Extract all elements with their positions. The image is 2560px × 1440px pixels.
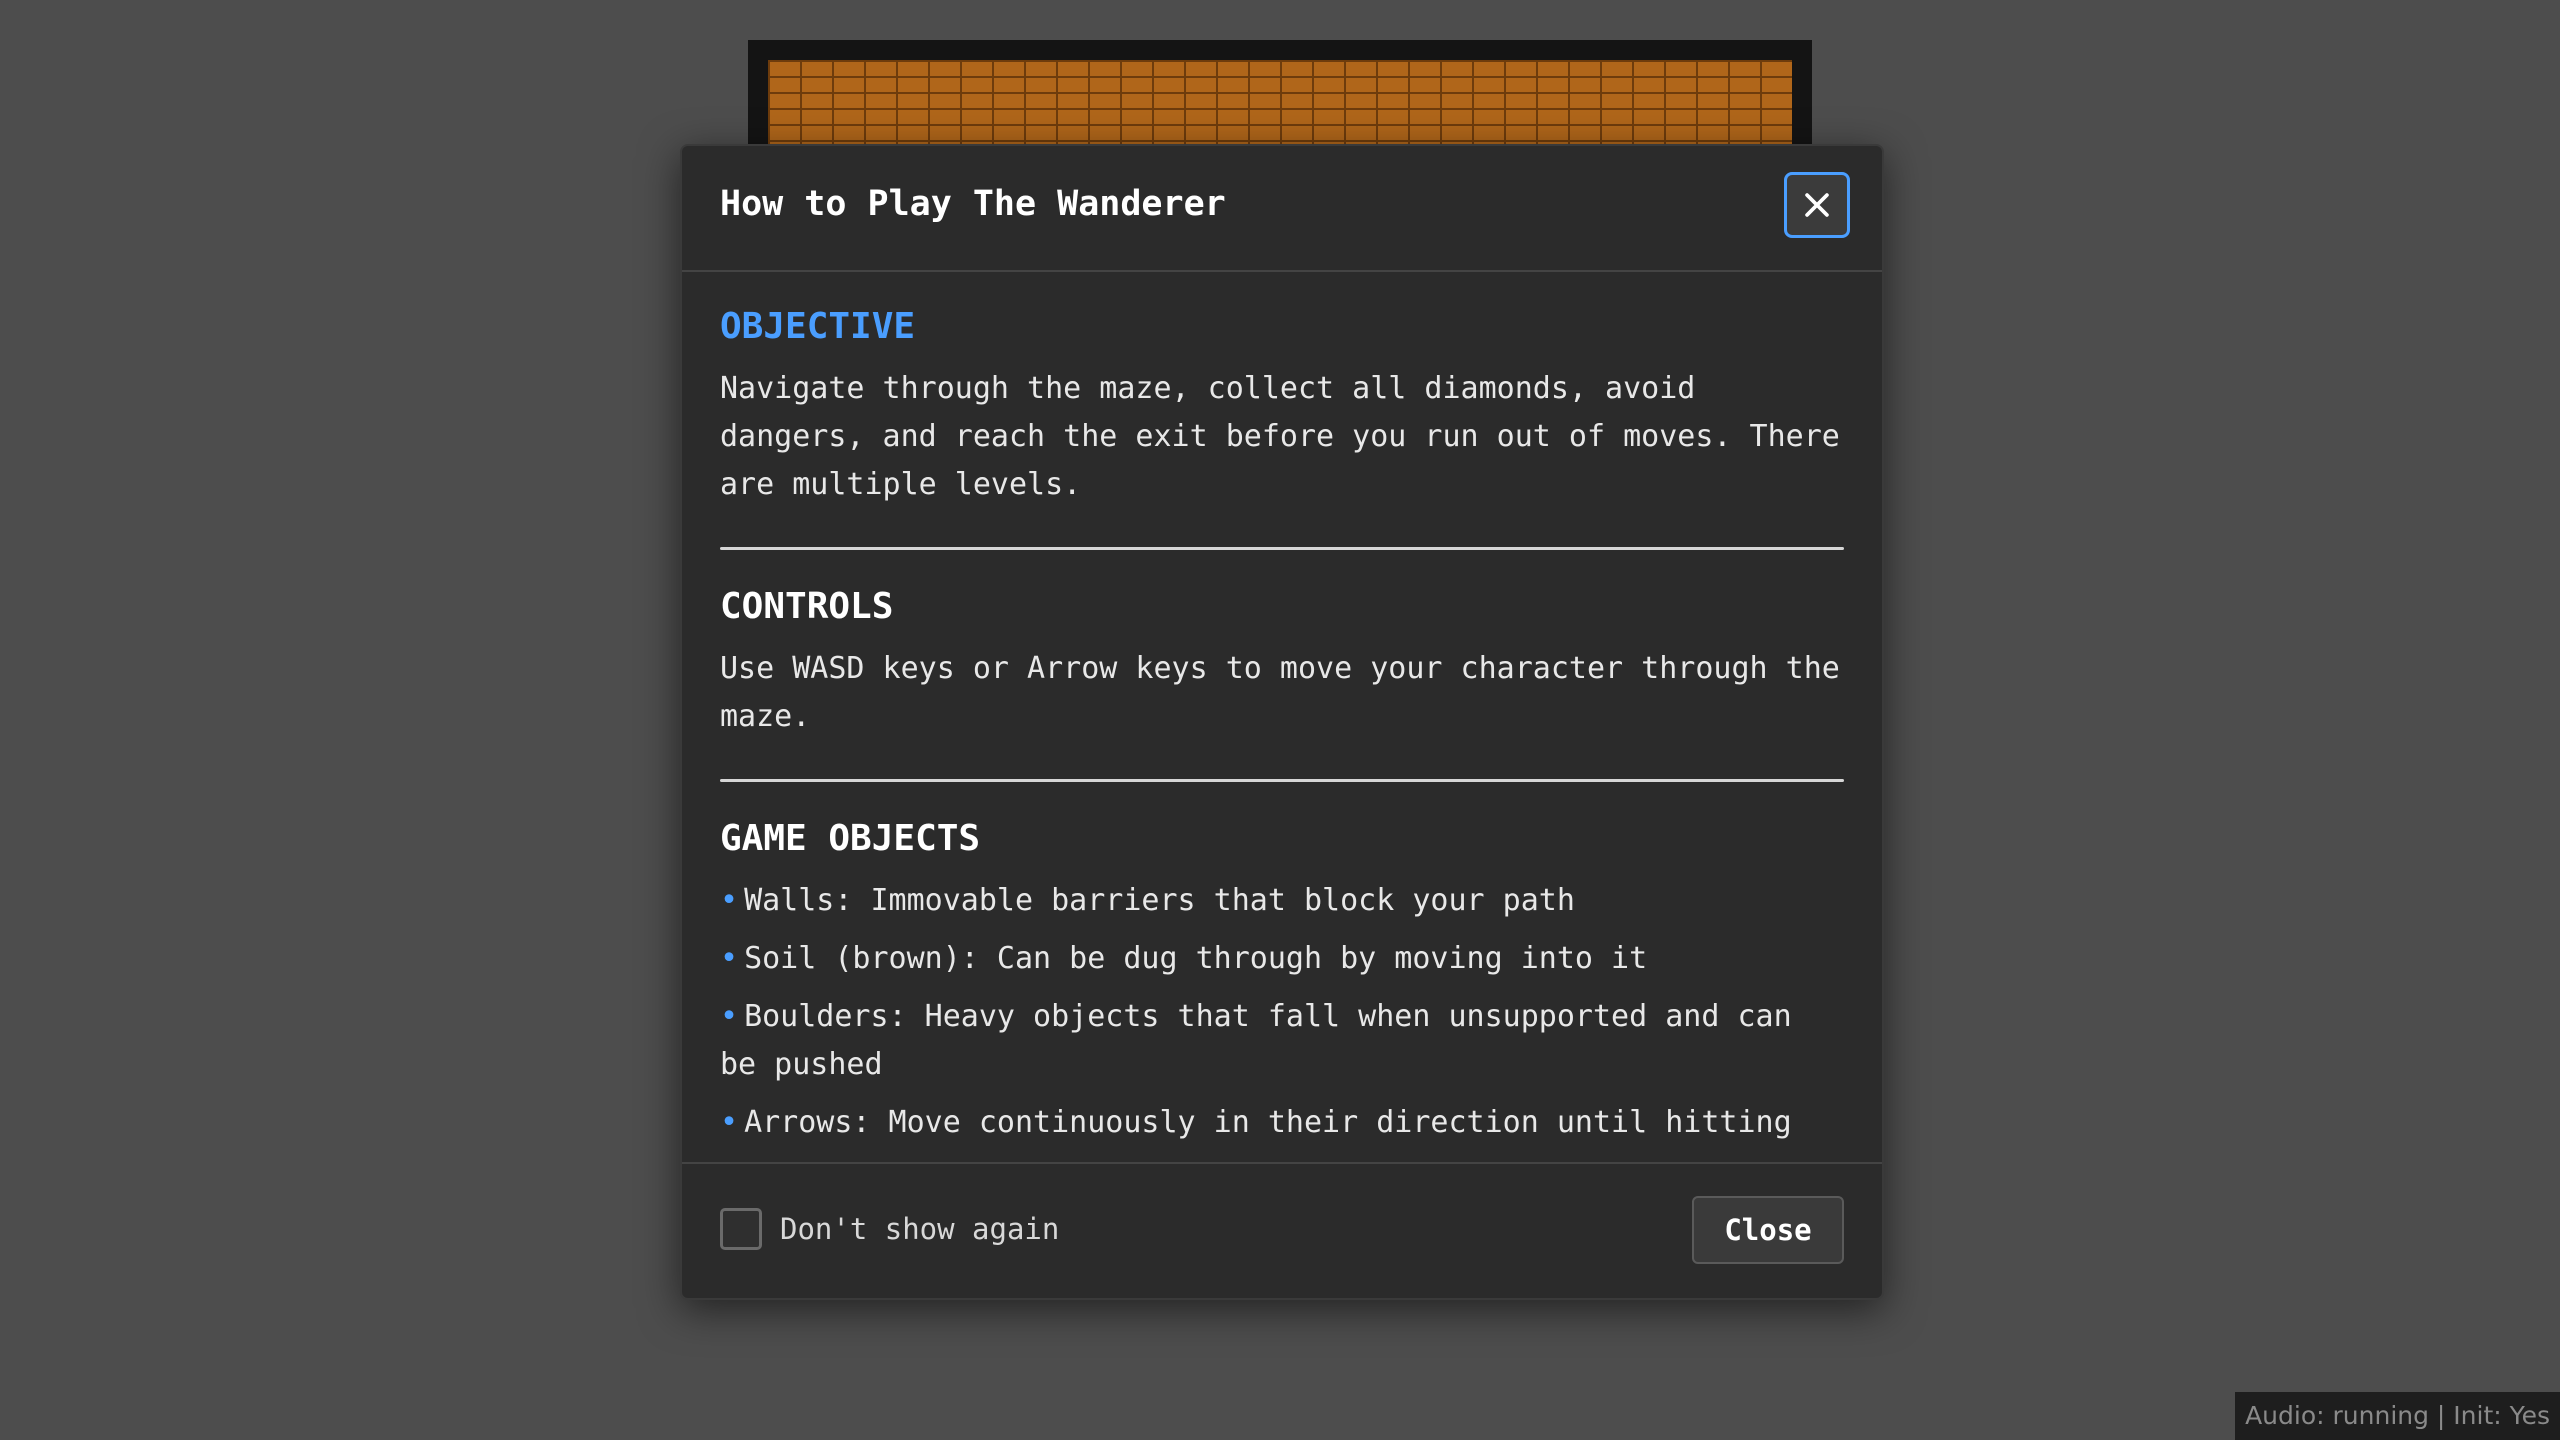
dialog-footer: Don't show again Close [682, 1162, 1882, 1298]
bullet-icon: • [720, 941, 739, 976]
game-objects-heading: GAME OBJECTS [720, 818, 981, 859]
controls-text: Use WASD keys or Arrow keys to move your… [720, 651, 1840, 734]
bullet-icon: • [720, 1105, 739, 1140]
dialog-body[interactable]: OBJECTIVE Navigate through the maze, col… [720, 272, 1844, 1150]
dont-show-again-checkbox[interactable] [720, 1208, 762, 1250]
dialog-title: How to Play The Wanderer [720, 184, 1226, 224]
bullet-icon: • [720, 883, 739, 918]
close-icon [1805, 193, 1829, 217]
list-item: • Boulders: Heavy objects that fall when … [720, 999, 1792, 1082]
bullet-icon: • [720, 999, 739, 1034]
list-item: • Arrows: Move continuously in their dire… [720, 1105, 1792, 1140]
dont-show-again-label[interactable]: Don't show again [780, 1212, 1059, 1246]
close-button[interactable]: Close [1692, 1196, 1844, 1264]
dialog-header: How to Play The Wanderer [682, 146, 1882, 272]
controls-heading: CONTROLS [720, 586, 894, 627]
list-item: • Walls: Immovable barriers that block yo… [720, 883, 1575, 918]
section-divider [720, 547, 1844, 550]
objective-heading: OBJECTIVE [720, 306, 916, 347]
objective-text: Navigate through the maze, collect all d… [720, 371, 1840, 502]
audio-status-text: Audio: running | Init: Yes [2235, 1392, 2560, 1440]
how-to-play-dialog: How to Play The Wanderer OBJECTIVE Navig… [680, 144, 1884, 1300]
section-divider [720, 779, 1844, 782]
close-dialog-button[interactable] [1784, 172, 1850, 238]
list-item: • Soil (brown): Can be dug through by mov… [720, 941, 1648, 976]
